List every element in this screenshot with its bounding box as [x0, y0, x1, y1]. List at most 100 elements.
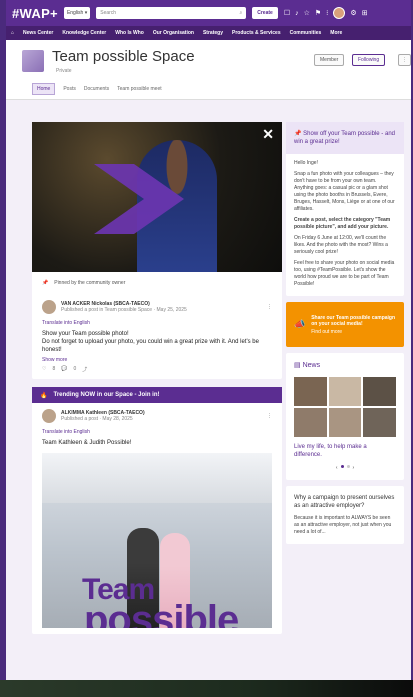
like-icon[interactable]: ♡ [42, 366, 46, 373]
nav-item-products[interactable]: Products & Services [232, 30, 281, 36]
post-text-2: Do not forget to upload your photo, you … [42, 339, 259, 354]
promo-body: Snap a fun photo with your colleagues – … [294, 171, 395, 213]
main-nav: ⌂ News Center Knowledge Center Who Is Wh… [6, 26, 411, 40]
carousel-dot[interactable] [346, 464, 350, 468]
post-actions: ♡ 8 💬 0 ⤴ [42, 366, 272, 373]
share-campaign-link[interactable]: Find out more [311, 329, 396, 335]
news-carousel-dots: ‹ › [294, 464, 396, 472]
promo-title: Show off your Team possible - and win a … [294, 131, 395, 146]
news-tile-6 [363, 407, 396, 437]
teaser-title[interactable]: Why a campaign to present ourselves as a… [294, 494, 396, 511]
language-select[interactable]: English ▾ [63, 7, 91, 19]
main-column: ✕ 📌 Pinned by the community owner VAN AC… [32, 122, 282, 642]
nav-item-knowledge[interactable]: Knowledge Center [62, 30, 106, 36]
search-icon: ⌕ [239, 10, 243, 16]
post-menu-icon[interactable]: ⋮ [267, 304, 272, 310]
pinned-video[interactable]: ✕ [32, 122, 282, 272]
pin-icon-2: 📌 [294, 131, 302, 137]
right-sidebar: 📌 Show off your Team possible - and win … [286, 122, 404, 550]
next-icon[interactable]: › [353, 465, 355, 472]
post-photo[interactable]: Team possible [42, 453, 272, 629]
promo-step-2: On Friday 6 June at 12:00, we'll count t… [294, 235, 388, 256]
share-campaign-title: Share our Team possible campaign on your… [311, 314, 396, 327]
news-tile-4 [294, 407, 327, 437]
app-logo[interactable]: #WAP+ [12, 6, 58, 21]
teaser-box: Why a campaign to present ourselves as a… [286, 485, 404, 544]
member-button[interactable]: Member [314, 54, 345, 66]
top-bar: #WAP+ English ▾ Search ⌕ Create ☐ ♪ ☆ ⚑ ⁝… [6, 0, 411, 26]
post-meta-2: Published a post · May 28, 2025 [61, 416, 133, 423]
language-label: English [66, 10, 84, 16]
bottom-strip [0, 680, 413, 697]
prev-icon[interactable]: ‹ [336, 465, 338, 472]
following-button[interactable]: Following [352, 54, 386, 66]
promo-step-3: Feel free to share your photo on social … [294, 260, 395, 288]
pinned-bar: 📌 Pinned by the community owner [32, 272, 282, 294]
tab-documents[interactable]: Documents [84, 86, 109, 92]
fire-icon: 🔥 [40, 392, 48, 399]
nav-item-communities[interactable]: Communities [290, 30, 322, 36]
promo-header: 📌 Show off your Team possible - and win … [286, 122, 404, 155]
nav-item-more[interactable]: More [330, 30, 342, 36]
grid-icon[interactable]: ⁝ [326, 9, 328, 17]
tab-meet[interactable]: Team possible meet [117, 86, 161, 92]
space-tabs: Home Posts Documents Team possible meet [32, 83, 162, 95]
chat-icon[interactable]: ☐ [284, 9, 290, 17]
nav-item-strategy[interactable]: Strategy [203, 30, 223, 36]
tab-home[interactable]: Home [32, 83, 56, 95]
home-icon[interactable]: ⌂ [11, 30, 14, 36]
flag-icon[interactable]: ⚑ [315, 9, 321, 17]
tab-posts[interactable]: Posts [63, 86, 76, 92]
apps-icon[interactable]: ⊞ [362, 9, 368, 17]
trending-label: Trending NOW in our Space - Join in! [53, 392, 160, 399]
news-tile-3 [363, 376, 396, 406]
space-header: Team possible Space Private Member Follo… [6, 40, 411, 100]
post-text-1: Show your Team possible photo! [42, 331, 129, 337]
search-placeholder: Search [100, 10, 117, 16]
pin-icon: 📌 [42, 280, 49, 286]
nav-item-who[interactable]: Who Is Who [115, 30, 144, 36]
share-campaign-banner[interactable]: 📣 Share our Team possible campaign on yo… [286, 302, 404, 348]
news-title: ▤ News [294, 361, 396, 371]
carousel-dot[interactable] [340, 464, 344, 468]
author-avatar-2[interactable] [42, 409, 56, 424]
space-avatar [22, 50, 44, 72]
post-author: VAN ACKER Nickolas (SBCA-TAECO) Publishe… [42, 300, 272, 314]
post-card-2: ALKIMMA Kathleen (SBCA-TAECO) Published … [32, 403, 282, 634]
search-input[interactable]: Search ⌕ [96, 7, 247, 19]
pinned-label: Pinned by the community owner [54, 280, 126, 286]
promo-box: 📌 Show off your Team possible - and win … [286, 122, 404, 297]
news-tile-1 [294, 376, 327, 406]
post-card: VAN ACKER Nickolas (SBCA-TAECO) Publishe… [32, 294, 282, 379]
news-image[interactable] [294, 376, 396, 437]
post-meta: Published a post in Team possible Space … [61, 307, 187, 313]
news-icon: ▤ [294, 362, 301, 370]
megaphone-icon: 📣 [294, 319, 306, 330]
promo-step-1: Create a post, select the category "Team… [294, 217, 391, 231]
comment-icon[interactable]: 💬 [61, 366, 67, 373]
more-options-button[interactable]: ⋮ [398, 54, 411, 66]
create-button[interactable]: Create [252, 7, 278, 19]
translate-link[interactable]: Translate into English [42, 320, 272, 326]
show-more-link[interactable]: Show more [42, 357, 272, 363]
photo-text-possible: possible [84, 598, 239, 629]
settings-icon[interactable]: ⚙ [350, 9, 356, 17]
space-privacy: Private [56, 68, 72, 74]
bell-icon[interactable]: ♪ [295, 10, 299, 17]
nav-item-organisation[interactable]: Our Organisation [153, 30, 194, 36]
pinned-card: ✕ 📌 Pinned by the community owner VAN AC… [32, 122, 282, 380]
teaser-body: Because it is important to ALWAYS be see… [294, 514, 392, 535]
news-caption[interactable]: Live my life, to help make a difference. [294, 443, 396, 460]
author-avatar[interactable] [42, 300, 56, 314]
post-menu-icon-2[interactable]: ⋮ [267, 413, 272, 419]
photo-ceiling [42, 453, 272, 504]
close-icon[interactable]: ✕ [262, 126, 274, 143]
top-icons: ☐ ♪ ☆ ⚑ ⁝ ⚙ ⊞ [284, 7, 368, 19]
translate-link-2[interactable]: Translate into English [42, 429, 272, 435]
nav-item-news[interactable]: News Center [23, 30, 53, 36]
star-icon[interactable]: ☆ [304, 9, 310, 17]
trending-card: 🔥 Trending NOW in our Space - Join in! A… [32, 387, 282, 635]
share-icon[interactable]: ⤴ [82, 366, 87, 373]
news-box: ▤ News Live my life, to help make a diff… [286, 353, 404, 480]
avatar[interactable] [333, 7, 346, 19]
